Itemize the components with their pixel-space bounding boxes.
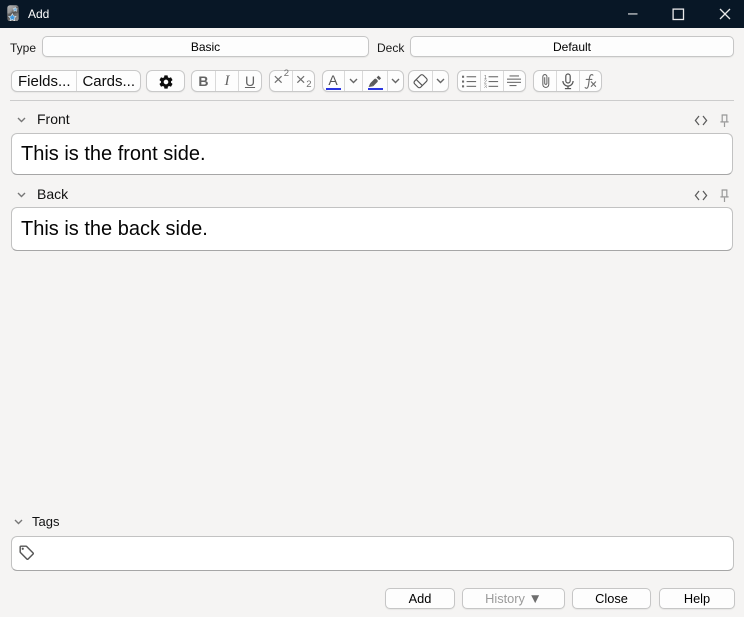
svg-text:3: 3: [484, 84, 487, 88]
